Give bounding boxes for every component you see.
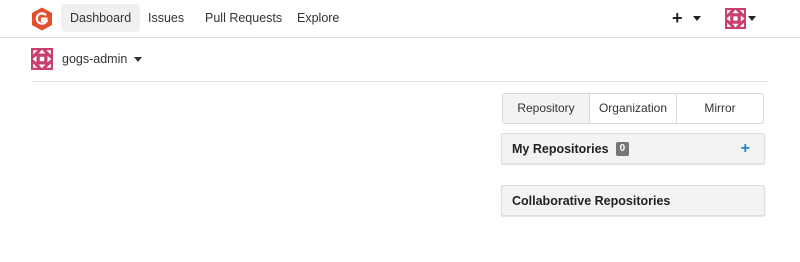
create-new-menu[interactable]: + — [672, 8, 701, 28]
my-repositories-title: My Repositories — [512, 141, 609, 156]
top-navbar: Dashboard Issues Pull Requests Explore + — [0, 0, 800, 38]
plus-icon: + — [672, 8, 683, 28]
add-repository-button[interactable]: + — [741, 139, 750, 159]
caret-down-icon — [692, 15, 701, 21]
divider — [31, 81, 768, 82]
repo-type-tabs: Repository Organization Mirror — [502, 93, 764, 124]
identicon-avatar-icon — [31, 48, 53, 70]
collaborative-repositories-title: Collaborative Repositories — [512, 193, 671, 208]
context-switcher[interactable]: gogs-admin — [31, 48, 143, 70]
caret-down-icon — [748, 16, 756, 21]
user-menu[interactable] — [725, 8, 756, 29]
nav-dashboard[interactable]: Dashboard — [61, 4, 141, 32]
tab-repository[interactable]: Repository — [503, 94, 590, 123]
gogs-logo-icon[interactable] — [31, 7, 53, 31]
nav-pull-requests[interactable]: Pull Requests — [196, 4, 291, 32]
identicon-avatar-icon — [725, 8, 746, 29]
tab-organization[interactable]: Organization — [590, 94, 677, 123]
context-username: gogs-admin — [62, 52, 128, 66]
my-repositories-header: My Repositories 0 + — [501, 133, 765, 164]
tab-mirror[interactable]: Mirror — [677, 94, 763, 123]
collaborative-repositories-header: Collaborative Repositories — [501, 185, 765, 216]
nav-explore[interactable]: Explore — [288, 4, 348, 32]
caret-down-icon — [134, 56, 143, 62]
repo-count-badge: 0 — [615, 141, 630, 156]
nav-issues[interactable]: Issues — [139, 4, 193, 32]
